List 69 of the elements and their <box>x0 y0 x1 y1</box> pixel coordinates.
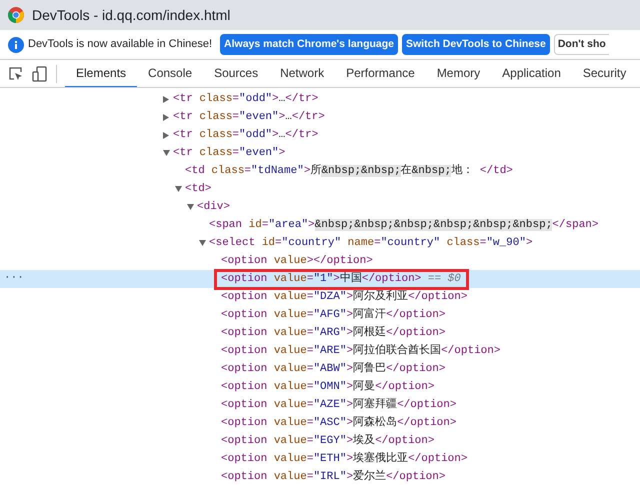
dom-node-text: <div> <box>197 200 230 214</box>
dom-node-row[interactable]: <option value="AFG">阿富汗</option> <box>0 306 640 324</box>
dom-node-row[interactable]: <option value></option> <box>0 252 640 270</box>
dom-node-row[interactable]: <option value="IRL">爱尔兰</option> <box>0 468 640 485</box>
info-message: DevTools is now available in Chinese! <box>28 37 212 52</box>
panel-tab[interactable]: Application <box>491 60 572 87</box>
dom-node-text: <option value="AZE">阿塞拜疆</option> <box>221 398 456 412</box>
dom-node-row[interactable]: <option value="ASC">阿森松岛</option> <box>0 414 640 432</box>
dom-node-row[interactable]: <tr class="odd">…</tr> <box>0 90 640 108</box>
collapse-arrow-icon[interactable] <box>187 204 194 210</box>
dom-node-text: <td class="tdName">所&nbsp;&nbsp;在&nbsp;地： </td> <box>185 164 513 178</box>
dom-node-text: <tr class="odd">…</tr> <box>173 128 318 142</box>
dom-node-text: <option value="DZA">阿尔及利亚</option> <box>221 290 468 304</box>
panel-tab[interactable]: Security <box>572 60 638 87</box>
dom-node-text: <option value="EGY">埃及</option> <box>221 434 434 448</box>
dom-node-text: <option value></option> <box>221 254 373 268</box>
dom-node-text: <option value="ETH">埃塞俄比亚</option> <box>221 452 468 466</box>
language-button[interactable]: Always match Chrome's language <box>220 34 398 56</box>
panel-tab[interactable]: Performance <box>335 60 426 87</box>
dom-node-text: <tr class="even">…</tr> <box>173 110 325 124</box>
panel-tab[interactable]: Memory <box>426 60 492 87</box>
dom-node-row[interactable]: <option value="ARG">阿根廷</option> <box>0 324 640 342</box>
dom-node-text: <tr class="odd">…</tr> <box>173 92 318 106</box>
dom-node-text: <option value="1">中国</option> == $0 <box>221 272 461 286</box>
language-button[interactable]: Switch DevTools to Chinese <box>402 34 550 56</box>
panel-tab[interactable]: Network <box>269 60 336 87</box>
dom-node-row[interactable]: <option value="OMN">阿曼</option> <box>0 378 640 396</box>
dom-node-row[interactable]: <select id="country" name="country" class="w_90"> <box>0 234 640 252</box>
dom-node-text: <option value="OMN">阿曼</option> <box>221 380 434 394</box>
dom-node-text: <option value="ARE">阿拉伯联合酋长国</option> <box>221 344 500 358</box>
dom-node-row[interactable]: <option value="EGY">埃及</option> <box>0 432 640 450</box>
dom-node-text: <option value="ARG">阿根廷</option> <box>221 326 446 340</box>
dom-node-text: <span id="area">&nbsp;&nbsp;&nbsp;&nbsp;&nbsp;&nbsp;</span> <box>209 218 599 232</box>
dismiss-button[interactable]: Don't sho <box>554 34 609 56</box>
dom-node-row[interactable]: <div> <box>0 198 640 216</box>
inspect-icon[interactable] <box>8 66 24 82</box>
collapse-arrow-icon[interactable] <box>175 186 182 192</box>
expand-arrow-icon[interactable] <box>163 96 169 102</box>
window-title: DevTools - id.qq.com/index.html <box>32 6 230 25</box>
browser-logo-icon <box>8 7 24 23</box>
dom-node-row[interactable]: <option value="ARE">阿拉伯联合酋长国</option> <box>0 342 640 360</box>
collapse-arrow-icon[interactable] <box>199 240 206 246</box>
dom-node-text: <select id="country" name="country" class="w_90"> <box>209 236 533 250</box>
dom-node-text: <td> <box>185 182 212 196</box>
device-toolbar-icon[interactable] <box>32 66 48 82</box>
dom-node-row[interactable]: <td> <box>0 180 640 198</box>
dom-node-row[interactable]: <tr class="odd">…</tr> <box>0 126 640 144</box>
dom-node-row[interactable]: <tr class="even">…</tr> <box>0 108 640 126</box>
dom-node-text: <tr class="even"> <box>173 146 286 160</box>
dom-node-row[interactable]: <option value="ABW">阿鲁巴</option> <box>0 360 640 378</box>
dom-node-row[interactable]: <option value="DZA">阿尔及利亚</option> <box>0 288 640 306</box>
dom-node-text: <option value="ABW">阿鲁巴</option> <box>221 362 446 376</box>
dom-node-row[interactable]: ··· <option value="1">中国</option> == $0 <box>0 270 640 288</box>
expand-arrow-icon[interactable] <box>163 132 169 138</box>
dom-node-text: <option value="ASC">阿森松岛</option> <box>221 416 456 430</box>
dom-node-row[interactable]: <td class="tdName">所&nbsp;&nbsp;在&nbsp;地： </td> <box>0 162 640 180</box>
collapse-arrow-icon[interactable] <box>163 150 170 156</box>
dom-node-text: <option value="IRL">爱尔兰</option> <box>221 470 446 484</box>
dom-node-row[interactable]: <span id="area">&nbsp;&nbsp;&nbsp;&nbsp;&nbsp;&nbsp;</span> <box>0 216 640 234</box>
dom-node-row[interactable]: <tr class="even"> <box>0 144 640 162</box>
expand-arrow-icon[interactable] <box>163 114 169 120</box>
info-icon <box>8 36 24 52</box>
dom-node-text: <option value="AFG">阿富汗</option> <box>221 308 446 322</box>
panel-tab[interactable]: Elements <box>65 60 138 87</box>
panel-tab[interactable]: Sources <box>203 60 270 87</box>
dom-node-row[interactable]: <option value="AZE">阿塞拜疆</option> <box>0 396 640 414</box>
dom-node-row[interactable]: <option value="ETH">埃塞俄比亚</option> <box>0 450 640 468</box>
panel-tab[interactable]: Console <box>137 60 204 87</box>
more-options-icon[interactable]: ··· <box>4 272 24 285</box>
